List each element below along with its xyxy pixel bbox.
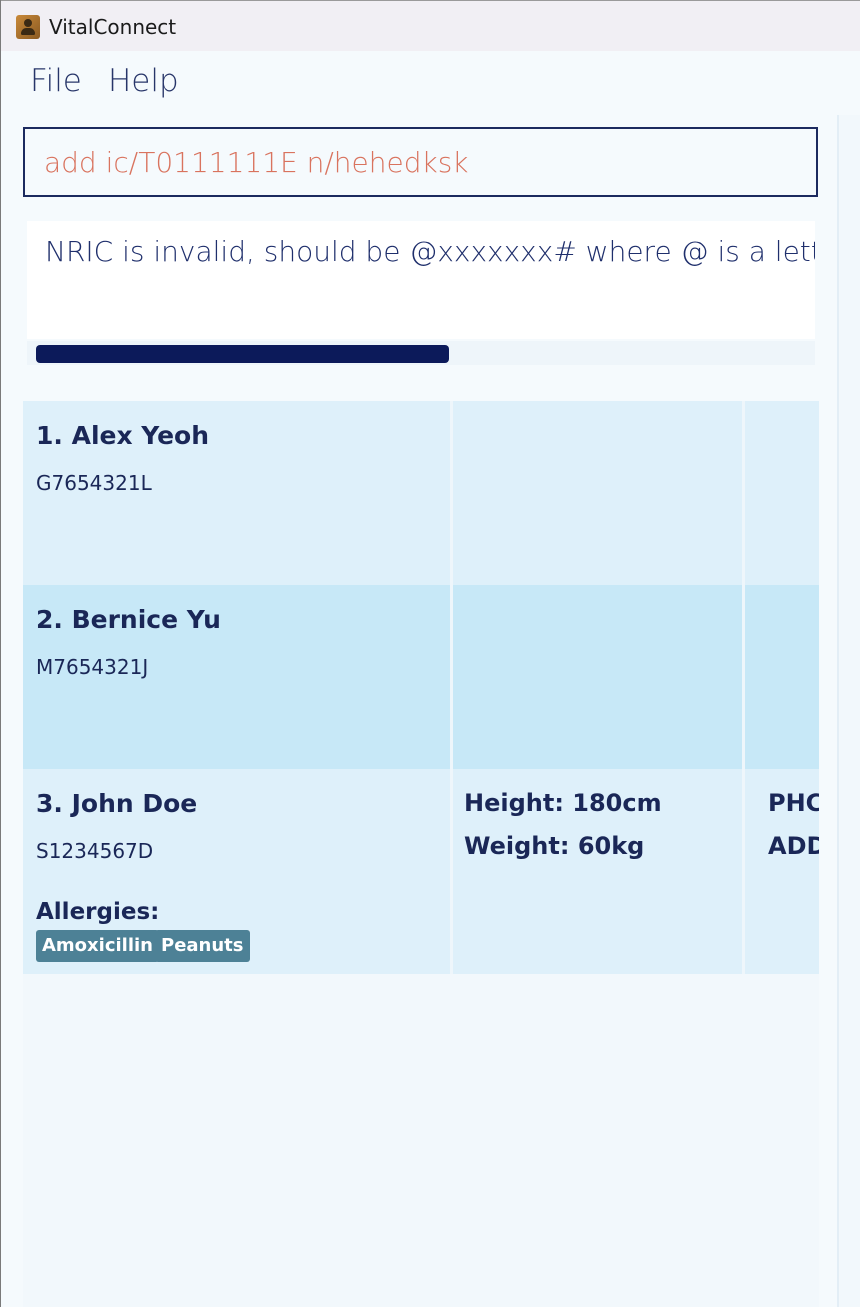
patient-nric: M7654321J — [36, 655, 149, 679]
patient-card[interactable]: 1. Alex Yeoh G7654321L — [23, 401, 819, 585]
patient-card[interactable]: 3. John Doe S1234567D Allergies: Amoxici… — [23, 769, 819, 974]
allergy-tag: Amoxicillin — [36, 930, 159, 962]
window-title: VitalConnect — [49, 15, 177, 39]
column-divider — [742, 585, 745, 769]
column-divider — [742, 769, 745, 974]
patient-weight: Weight: 60kg — [464, 832, 645, 860]
menu-bar: File Help — [1, 51, 860, 115]
side-panel — [837, 115, 860, 1307]
patient-nric: G7654321L — [36, 471, 152, 495]
patient-name: 3. John Doe — [36, 789, 198, 818]
result-display: NRIC is invalid, should be @xxxxxxx# whe… — [27, 221, 815, 339]
menu-help[interactable]: Help — [108, 63, 179, 99]
column-divider — [450, 585, 453, 769]
command-box[interactable] — [23, 127, 818, 197]
column-divider — [742, 401, 745, 585]
patient-address-truncated: ADD — [768, 832, 819, 860]
column-divider — [450, 769, 453, 974]
allergies-label: Allergies: — [36, 899, 160, 925]
patient-name: 1. Alex Yeoh — [36, 421, 210, 450]
title-bar: VitalConnect — [1, 1, 860, 51]
patient-list: 1. Alex Yeoh G7654321L 2. Bernice Yu M76… — [23, 401, 819, 1307]
column-divider — [450, 401, 453, 585]
menu-file[interactable]: File — [30, 63, 82, 99]
result-message: NRIC is invalid, should be @xxxxxxx# whe… — [45, 235, 815, 268]
patient-phone-truncated: PHC — [768, 789, 819, 817]
command-input[interactable] — [25, 129, 816, 195]
patient-card[interactable]: 2. Bernice Yu M7654321J — [23, 585, 819, 769]
address-book-icon — [16, 15, 40, 39]
allergy-tag: Peanuts — [155, 930, 250, 962]
patient-nric: S1234567D — [36, 839, 154, 863]
window-border-left — [0, 0, 1, 1307]
patient-name: 2. Bernice Yu — [36, 605, 221, 634]
patient-height: Height: 180cm — [464, 789, 662, 817]
result-scrollbar-thumb[interactable] — [36, 345, 449, 363]
